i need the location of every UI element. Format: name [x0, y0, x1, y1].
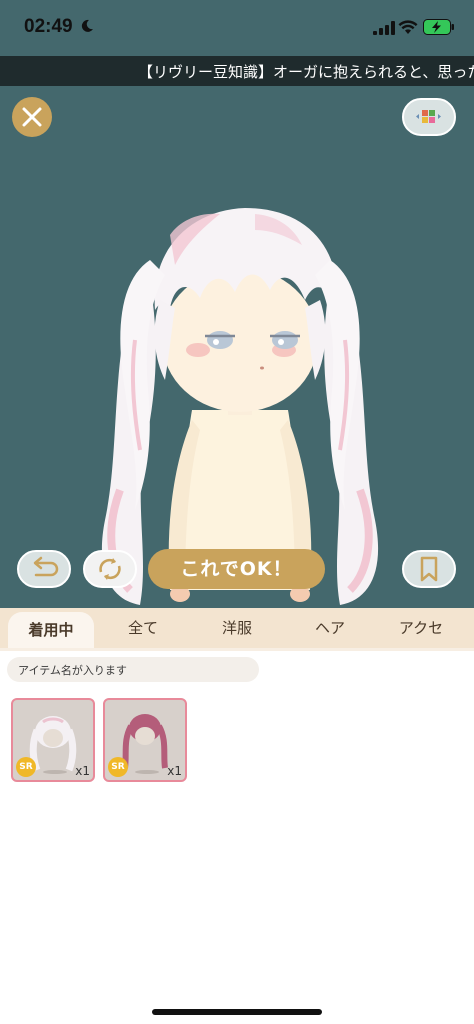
item-card[interactable]: SR x1 [11, 698, 95, 782]
tab-hair[interactable]: ヘア [287, 608, 373, 648]
item-name-text: アイテム名が入ります [18, 664, 127, 677]
battery-charging-icon [423, 19, 454, 35]
rarity-badge: SR [108, 757, 128, 777]
bookmark-button[interactable] [402, 550, 456, 588]
palette-grid-icon [416, 110, 441, 123]
wifi-icon [398, 20, 418, 34]
item-card[interactable]: SR x1 [103, 698, 187, 782]
ticker-text: 【リヴリー豆知識】オーガに抱えられると、思った [138, 63, 474, 81]
bookmark-icon [420, 556, 438, 582]
item-quantity: x1 [167, 764, 182, 778]
tab-all[interactable]: 全て [100, 608, 186, 648]
home-indicator [152, 1009, 322, 1015]
rotate-button[interactable] [83, 550, 137, 588]
status-time: 02:49 [24, 16, 73, 37]
news-ticker: 【リヴリー豆知識】オーガに抱えられると、思った [0, 56, 474, 86]
tab-accessories[interactable]: アクセ [378, 608, 464, 648]
close-button[interactable] [12, 97, 52, 137]
category-tabs: 着用中 全て 洋服 ヘア アクセ [0, 608, 474, 648]
undo-button[interactable] [17, 550, 71, 588]
rotate-icon [99, 558, 121, 580]
tab-divider [0, 648, 474, 651]
close-icon [22, 107, 42, 127]
tab-wearing[interactable]: 着用中 [8, 612, 94, 648]
item-name-display: アイテム名が入ります [7, 657, 259, 682]
avatar-character [101, 208, 379, 605]
signal-icon [373, 21, 395, 35]
color-palette-button[interactable] [402, 98, 456, 136]
rarity-badge: SR [16, 757, 36, 777]
confirm-ok-button[interactable]: これでOK！ [148, 549, 325, 589]
undo-arrow-icon [33, 556, 59, 577]
item-quantity: x1 [75, 764, 90, 778]
tab-clothes[interactable]: 洋服 [194, 608, 280, 648]
moon-icon [81, 19, 93, 32]
